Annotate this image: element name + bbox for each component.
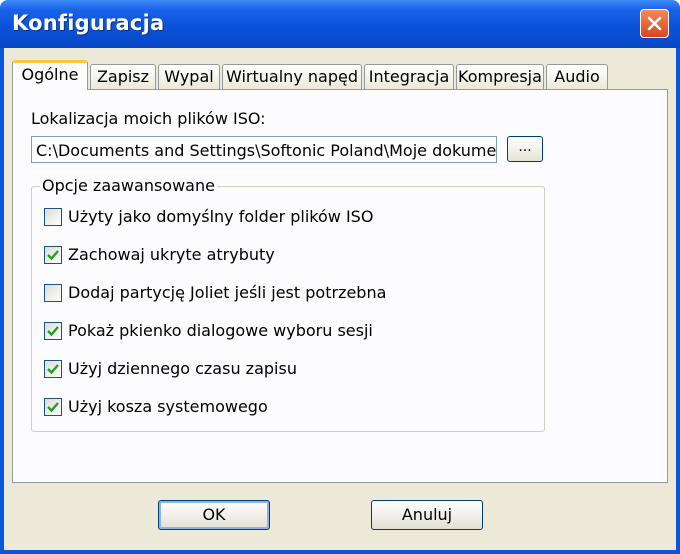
tab-panel-general: Lokalizacja moich plików ISO: C:\Documen… [12, 89, 668, 483]
checkbox[interactable] [44, 246, 62, 264]
iso-path-field[interactable]: C:\Documents and Settings\Softonic Polan… [31, 136, 497, 163]
checkbox[interactable] [44, 360, 62, 378]
checkbox[interactable] [44, 284, 62, 302]
dialog-window: Konfiguracja Ogólne Zapisz Wypal Wirtual… [0, 0, 680, 554]
checkbox[interactable] [44, 208, 62, 226]
iso-location-label: Lokalizacja moich plików ISO: [31, 109, 266, 128]
option-label: Zachowaj ukryte atrybuty [68, 245, 275, 264]
tab-compression[interactable]: Kompresja [456, 64, 544, 89]
tab-burn[interactable]: Wypal [158, 64, 220, 89]
close-icon [647, 16, 662, 31]
advanced-options-group: Opcje zaawansowane Użyty jako domyślny f… [31, 176, 545, 432]
tab-save[interactable]: Zapisz [90, 64, 156, 89]
option-label: Pokaż pkienko dialogowe wyboru sesji [68, 321, 373, 340]
checkmark-icon [47, 250, 59, 261]
tab-general[interactable]: Ogólne [12, 60, 88, 90]
tab-audio[interactable]: Audio [546, 64, 608, 89]
tab-virtual-drive[interactable]: Wirtualny napęd [222, 64, 362, 89]
checkmark-icon [47, 364, 59, 375]
close-button[interactable] [640, 9, 669, 38]
cancel-button[interactable]: Anuluj [371, 500, 483, 530]
checkbox[interactable] [44, 398, 62, 416]
option-label: Użyj dziennego czasu zapisu [68, 359, 297, 378]
advanced-options-legend: Opcje zaawansowane [40, 176, 217, 195]
ok-button[interactable]: OK [158, 500, 270, 530]
checkmark-icon [47, 402, 59, 413]
option-label: Dodaj partycję Joliet jeśli jest potrzeb… [68, 283, 387, 302]
browse-button[interactable]: ... [507, 136, 543, 162]
tab-integration[interactable]: Integracja [364, 64, 454, 89]
window-title: Konfiguracja [12, 11, 165, 35]
option-label: Użyj kosza systemowego [68, 397, 268, 416]
checkmark-icon [47, 326, 59, 337]
option-label: Użyty jako domyślny folder plików ISO [68, 207, 374, 226]
checkbox[interactable] [44, 322, 62, 340]
title-bar[interactable]: Konfiguracja [0, 0, 680, 48]
dialog-client-area: Ogólne Zapisz Wypal Wirtualny napęd Inte… [4, 48, 676, 550]
